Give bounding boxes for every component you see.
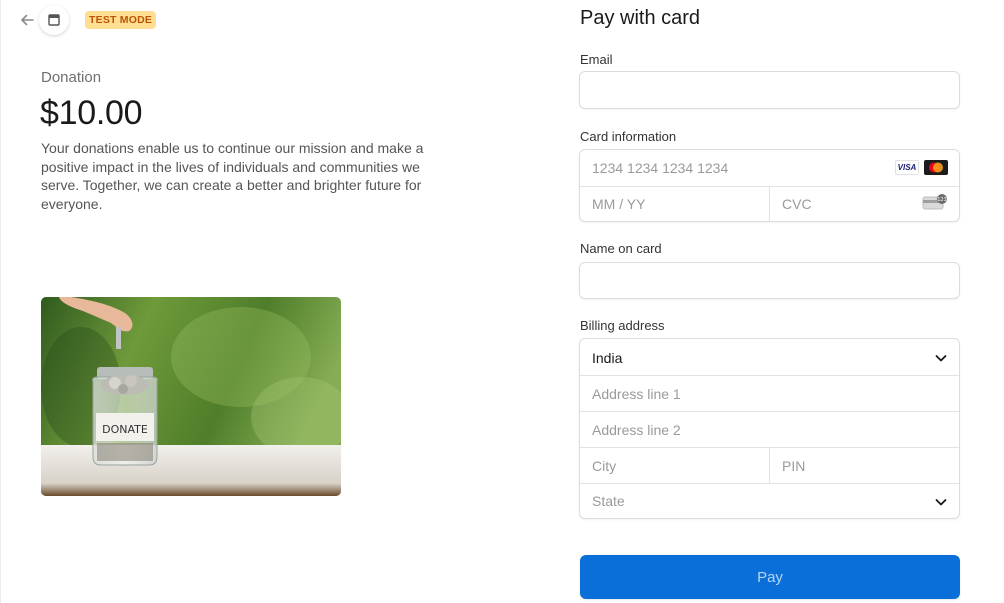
address-line2-input[interactable]: Address line 2: [592, 422, 681, 438]
expiry-cvc-divider: [769, 186, 770, 221]
country-select[interactable]: India: [592, 350, 622, 366]
cvc-card-icon: 123: [922, 194, 948, 211]
visa-icon: VISA: [895, 160, 919, 175]
pin-input[interactable]: PIN: [782, 458, 805, 474]
cvc-input[interactable]: CVC: [782, 196, 812, 212]
billing-divider-4: [580, 483, 959, 484]
jar-label-text: DONATE: [102, 423, 148, 436]
billing-divider-2: [580, 411, 959, 412]
name-on-card-field[interactable]: [579, 262, 960, 299]
billing-divider-1: [580, 375, 959, 376]
payment-form-pane: Pay with card Email Card information 123…: [500, 0, 1004, 603]
card-number-input[interactable]: 1234 1234 1234 1234: [592, 160, 728, 176]
product-description: Your donations enable us to continue our…: [41, 140, 424, 212]
merchant-store-icon[interactable]: [39, 5, 69, 35]
expiry-input[interactable]: MM / YY: [592, 196, 645, 212]
svg-text:123: 123: [937, 197, 947, 203]
card-info-group: 1234 1234 1234 1234 VISA MM / YY CVC 123: [579, 149, 960, 222]
test-mode-badge: TEST MODE: [85, 11, 157, 29]
billing-label: Billing address: [580, 318, 665, 333]
city-pin-divider: [769, 447, 770, 483]
chevron-down-icon[interactable]: [934, 351, 948, 365]
donation-jar-image: DONATE: [41, 297, 341, 496]
form-title: Pay with card: [580, 7, 701, 29]
billing-address-group: India Address line 1 Address line 2 City…: [579, 338, 960, 519]
product-amount: $10.00: [40, 94, 143, 132]
mastercard-icon: [924, 160, 948, 175]
state-select[interactable]: State: [592, 493, 625, 509]
back-arrow-icon[interactable]: [17, 10, 37, 30]
city-input[interactable]: City: [592, 458, 616, 474]
card-info-label: Card information: [580, 129, 677, 144]
pay-button[interactable]: Pay: [580, 555, 960, 599]
pay-button-label: Pay: [757, 568, 783, 586]
email-field[interactable]: [579, 71, 960, 109]
email-label: Email: [580, 52, 613, 67]
product-summary-pane: TEST MODE Donation $10.00 Your donations…: [0, 0, 500, 603]
chevron-down-icon[interactable]: [934, 495, 948, 509]
address-line1-input[interactable]: Address line 1: [592, 386, 681, 402]
product-name: Donation: [41, 69, 102, 86]
name-label: Name on card: [580, 241, 662, 256]
